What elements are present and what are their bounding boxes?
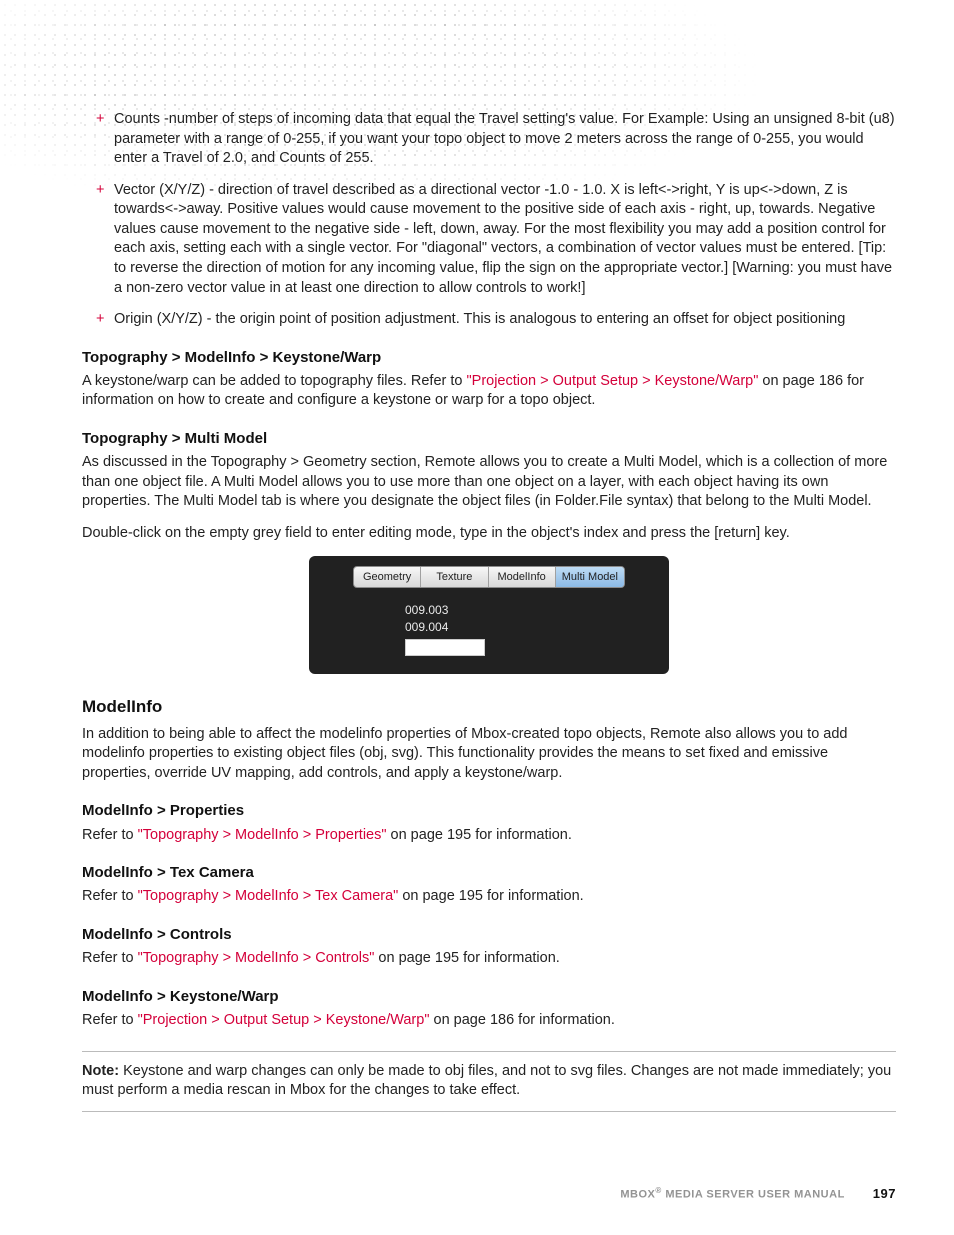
tab-geometry[interactable]: Geometry [354, 567, 421, 588]
link-projection-keystone-2[interactable]: "Projection > Output Setup > Keystone/Wa… [138, 1012, 430, 1028]
object-index-input[interactable] [405, 639, 485, 656]
heading-topo-keystone: Topography > ModelInfo > Keystone/Warp [82, 348, 896, 368]
text: A keystone/warp can be added to topograp… [82, 373, 467, 389]
tab-multimodel[interactable]: Multi Model [556, 567, 624, 588]
note-label: Note: [82, 1063, 119, 1079]
footer-title: MBOX® MEDIA SERVER USER MANUAL [620, 1186, 844, 1201]
text: Refer to [82, 827, 138, 843]
note-block: Note: Keystone and warp changes can only… [82, 1051, 896, 1112]
paragraph-modelinfo-intro: In addition to being able to affect the … [82, 725, 896, 784]
link-topo-controls[interactable]: "Topography > ModelInfo > Controls" [138, 950, 375, 966]
bullet-list: Counts -number of steps of incoming data… [82, 110, 896, 330]
paragraph-topo-keystone: A keystone/warp can be added to topograp… [82, 372, 896, 411]
heading-modelinfo: ModelInfo [82, 696, 896, 719]
paragraph-mi-properties: Refer to "Topography > ModelInfo > Prope… [82, 826, 896, 846]
paragraph-mi-texcam: Refer to "Topography > ModelInfo > Tex C… [82, 887, 896, 907]
text: Refer to [82, 888, 138, 904]
segmented-tabs: Geometry Texture ModelInfo Multi Model [353, 566, 625, 589]
paragraph-multimodel-1: As discussed in the Topography > Geometr… [82, 453, 896, 512]
text: on page 195 for information. [387, 827, 572, 843]
page-number: 197 [873, 1186, 896, 1201]
note-text: Keystone and warp changes can only be ma… [82, 1063, 891, 1099]
page-content: Counts -number of steps of incoming data… [82, 110, 896, 1112]
bullet-vector: Vector (X/Y/Z) - direction of travel des… [114, 181, 896, 298]
list-item: 009.004 [405, 619, 649, 635]
footer-subtitle: MEDIA SERVER USER MANUAL [662, 1189, 845, 1201]
tab-modelinfo[interactable]: ModelInfo [489, 567, 556, 588]
heading-mi-properties: ModelInfo > Properties [82, 801, 896, 821]
heading-topo-multimodel: Topography > Multi Model [82, 429, 896, 449]
link-topo-properties[interactable]: "Topography > ModelInfo > Properties" [138, 827, 387, 843]
text: on page 186 for information. [429, 1012, 614, 1028]
list-item: 009.003 [405, 602, 649, 618]
link-projection-keystone[interactable]: "Projection > Output Setup > Keystone/Wa… [467, 373, 759, 389]
text: Refer to [82, 1012, 138, 1028]
bullet-counts: Counts -number of steps of incoming data… [114, 110, 896, 169]
paragraph-mi-keystone: Refer to "Projection > Output Setup > Ke… [82, 1011, 896, 1031]
paragraph-multimodel-2: Double-click on the empty grey field to … [82, 524, 896, 544]
figure-multimodel-panel: Geometry Texture ModelInfo Multi Model 0… [309, 556, 669, 674]
paragraph-mi-controls: Refer to "Topography > ModelInfo > Contr… [82, 949, 896, 969]
text: Refer to [82, 950, 138, 966]
link-topo-texcam[interactable]: "Topography > ModelInfo > Tex Camera" [138, 888, 399, 904]
heading-mi-texcam: ModelInfo > Tex Camera [82, 863, 896, 883]
page-footer: MBOX® MEDIA SERVER USER MANUAL 197 [620, 1186, 896, 1201]
footer-brand: MBOX [620, 1189, 655, 1201]
text: on page 195 for information. [374, 950, 559, 966]
heading-mi-controls: ModelInfo > Controls [82, 925, 896, 945]
tab-texture[interactable]: Texture [421, 567, 488, 588]
bullet-origin: Origin (X/Y/Z) - the origin point of pos… [114, 310, 896, 330]
text: on page 195 for information. [398, 888, 583, 904]
object-index-list: 009.003 009.004 [405, 602, 649, 655]
heading-mi-keystone: ModelInfo > Keystone/Warp [82, 987, 896, 1007]
